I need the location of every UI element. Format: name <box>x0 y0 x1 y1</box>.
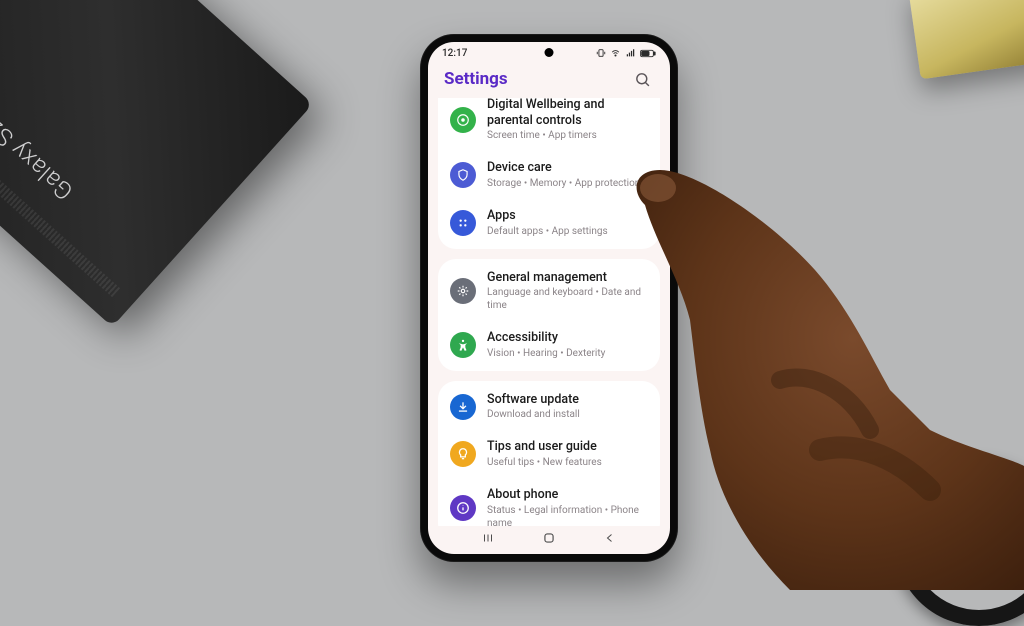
search-button[interactable] <box>630 67 654 91</box>
settings-item-title: General management <box>487 270 648 286</box>
settings-item-tips[interactable]: Tips and user guide Useful tips • New fe… <box>438 430 660 478</box>
about-icon <box>450 495 476 521</box>
settings-item-digital-wellbeing[interactable]: Digital Wellbeing and parental controls … <box>438 98 660 151</box>
settings-item-subtitle: Vision • Hearing • Dexterity <box>487 347 648 360</box>
settings-item-subtitle: Language and keyboard • Date and time <box>487 286 648 312</box>
settings-item-subtitle: Storage • Memory • App protection <box>487 177 648 190</box>
settings-header: Settings <box>428 64 670 98</box>
prop-phone-box: Galaxy S25 Ultra <box>0 0 313 327</box>
settings-item-software-update[interactable]: Software update Download and install <box>438 383 660 431</box>
settings-list[interactable]: Digital Wellbeing and parental controls … <box>428 98 670 526</box>
tips-icon <box>450 441 476 467</box>
settings-group-wellbeing: Digital Wellbeing and parental controls … <box>438 98 660 249</box>
home-button[interactable] <box>540 529 558 547</box>
settings-group-about: Software update Download and install Tip… <box>438 381 660 526</box>
settings-item-title: Accessibility <box>487 330 648 346</box>
a11y-icon <box>450 332 476 358</box>
settings-item-apps[interactable]: Apps Default apps • App settings <box>438 199 660 247</box>
status-time: 12:17 <box>442 48 467 59</box>
punch-hole-camera <box>545 48 554 57</box>
settings-item-title: Apps <box>487 208 648 224</box>
page-title: Settings <box>444 69 508 89</box>
settings-item-subtitle: Default apps • App settings <box>487 225 648 238</box>
settings-item-general-management[interactable]: General management Language and keyboard… <box>438 261 660 322</box>
settings-item-accessibility[interactable]: Accessibility Vision • Hearing • Dexteri… <box>438 321 660 369</box>
device-care-icon <box>450 162 476 188</box>
prop-cable-loop <box>894 456 1024 626</box>
wifi-icon <box>610 48 621 58</box>
general-icon <box>450 278 476 304</box>
update-icon <box>450 394 476 420</box>
settings-item-about-phone[interactable]: About phone Status • Legal information •… <box>438 478 660 526</box>
settings-item-subtitle: Status • Legal information • Phone name <box>487 504 648 526</box>
settings-item-subtitle: Screen time • App timers <box>487 129 648 142</box>
settings-item-subtitle: Download and install <box>487 408 648 421</box>
phone-frame: 12:17 Settings <box>420 34 678 562</box>
settings-item-title: Device care <box>487 160 648 176</box>
settings-item-title: About phone <box>487 487 648 503</box>
battery-icon <box>640 49 656 58</box>
settings-group-general: General management Language and keyboard… <box>438 259 660 371</box>
settings-item-title: Digital Wellbeing and parental controls <box>487 98 648 128</box>
wellbeing-icon <box>450 107 476 133</box>
apps-icon <box>450 210 476 236</box>
settings-item-title: Tips and user guide <box>487 439 648 455</box>
search-icon <box>634 71 651 88</box>
vibrate-icon <box>596 48 606 58</box>
prop-tan-block <box>908 0 1024 79</box>
recents-button[interactable] <box>479 529 497 547</box>
settings-item-subtitle: Useful tips • New features <box>487 456 648 469</box>
prop-box-brand: Galaxy S25 Ultra <box>0 64 79 206</box>
signal-icon <box>625 48 636 58</box>
system-navbar <box>428 526 670 554</box>
back-button[interactable] <box>601 529 619 547</box>
phone-screen: 12:17 Settings <box>428 42 670 554</box>
settings-item-device-care[interactable]: Device care Storage • Memory • App prote… <box>438 151 660 199</box>
settings-item-title: Software update <box>487 392 648 408</box>
